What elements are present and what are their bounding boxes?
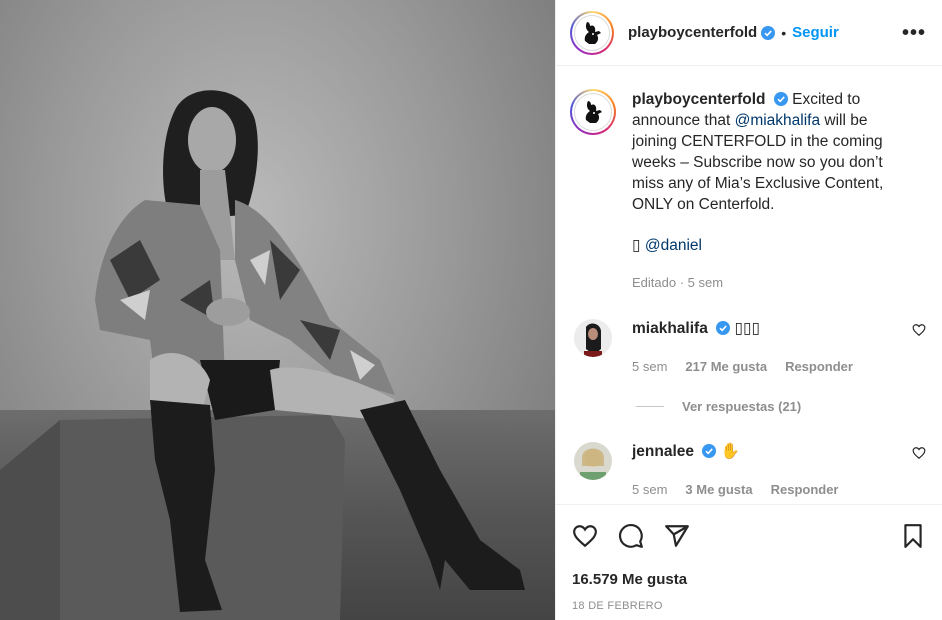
reply-button[interactable]: Responder bbox=[785, 357, 853, 377]
heart-icon[interactable] bbox=[572, 523, 598, 549]
comment-likes[interactable]: 3 Me gusta bbox=[685, 480, 752, 500]
camera-glyph-icon: ▯ bbox=[632, 237, 641, 254]
caption-username[interactable]: playboycenterfold bbox=[632, 91, 766, 108]
comment-like-heart-icon[interactable] bbox=[912, 323, 926, 337]
author-username[interactable]: playboycenterfold bbox=[628, 24, 757, 41]
commenter-avatar[interactable] bbox=[574, 442, 612, 480]
comment-item: miakhalifa ▯▯▯ 5 sem 217 Me gusta Respon… bbox=[570, 319, 926, 377]
caption-mention[interactable]: @miakhalifa bbox=[735, 112, 821, 129]
commenter-avatar[interactable] bbox=[574, 319, 612, 357]
verified-icon bbox=[716, 321, 731, 335]
comment-body: miakhalifa ▯▯▯ 5 sem 217 Me gusta Respon… bbox=[632, 319, 853, 377]
playboy-logo-icon bbox=[584, 21, 601, 44]
comment-body: jennalee ✋ 5 sem 3 Me gusta Responder bbox=[632, 442, 839, 500]
caption-meta: Editado · 5 sem bbox=[632, 275, 724, 290]
comment-meta: 5 sem 3 Me gusta Responder bbox=[632, 480, 839, 500]
comment-text: ✋ bbox=[720, 443, 740, 460]
bookmark-icon[interactable] bbox=[900, 523, 926, 549]
post-header: playboycenterfold • Seguir ••• bbox=[556, 0, 942, 66]
view-replies-button[interactable]: Ver respuestas (21) bbox=[636, 399, 926, 414]
avatar-photo bbox=[574, 442, 612, 480]
comment-time[interactable]: 5 sem bbox=[632, 480, 667, 500]
like-count[interactable]: 16.579 Me gusta bbox=[572, 571, 926, 588]
post-caption: playboycenterfold Excited to announce th… bbox=[570, 89, 926, 293]
comment-like-heart-icon[interactable] bbox=[912, 446, 926, 460]
separator-dot: • bbox=[781, 24, 787, 41]
avatar-photo bbox=[574, 319, 612, 357]
photo-figure bbox=[0, 90, 525, 620]
post-photo[interactable] bbox=[0, 0, 555, 620]
replies-line bbox=[636, 406, 664, 407]
more-options-icon[interactable]: ••• bbox=[902, 23, 926, 43]
comments-list[interactable]: playboycenterfold Excited to announce th… bbox=[556, 67, 942, 504]
comment-likes[interactable]: 217 Me gusta bbox=[685, 357, 767, 377]
caption-avatar[interactable] bbox=[570, 89, 616, 135]
comment-icon[interactable] bbox=[618, 523, 644, 549]
verified-icon bbox=[761, 25, 776, 40]
action-icons bbox=[572, 505, 926, 563]
author-avatar[interactable] bbox=[570, 10, 614, 55]
verified-icon bbox=[773, 92, 788, 106]
comment-username[interactable]: miakhalifa bbox=[632, 320, 708, 337]
post-date[interactable]: 18 de febrero bbox=[572, 600, 926, 612]
comment-item: jennalee ✋ 5 sem 3 Me gusta Responder bbox=[570, 442, 926, 500]
comment-time[interactable]: 5 sem bbox=[632, 357, 667, 377]
comment-username[interactable]: jennalee bbox=[632, 443, 694, 460]
caption-body: playboycenterfold Excited to announce th… bbox=[632, 89, 902, 293]
reply-button[interactable]: Responder bbox=[771, 480, 839, 500]
post-sidebar: playboycenterfold • Seguir ••• playboyce… bbox=[555, 0, 942, 620]
comment-text: ▯▯▯ bbox=[734, 320, 761, 337]
verified-icon bbox=[702, 444, 717, 458]
post-actions: 16.579 Me gusta 18 de febrero bbox=[556, 504, 942, 620]
credit-mention[interactable]: @daniel bbox=[645, 237, 702, 254]
view-replies-label[interactable]: Ver respuestas (21) bbox=[682, 399, 801, 414]
photo-credit: ▯ @daniel bbox=[632, 235, 902, 256]
instagram-post-modal: playboycenterfold • Seguir ••• playboyce… bbox=[0, 0, 942, 620]
share-icon[interactable] bbox=[664, 523, 690, 549]
comment-meta: 5 sem 217 Me gusta Responder bbox=[632, 357, 853, 377]
follow-button[interactable]: Seguir bbox=[792, 24, 839, 41]
playboy-logo-icon bbox=[585, 101, 602, 123]
edited-time[interactable]: 5 sem bbox=[688, 275, 723, 290]
edited-label: Editado bbox=[632, 275, 677, 290]
